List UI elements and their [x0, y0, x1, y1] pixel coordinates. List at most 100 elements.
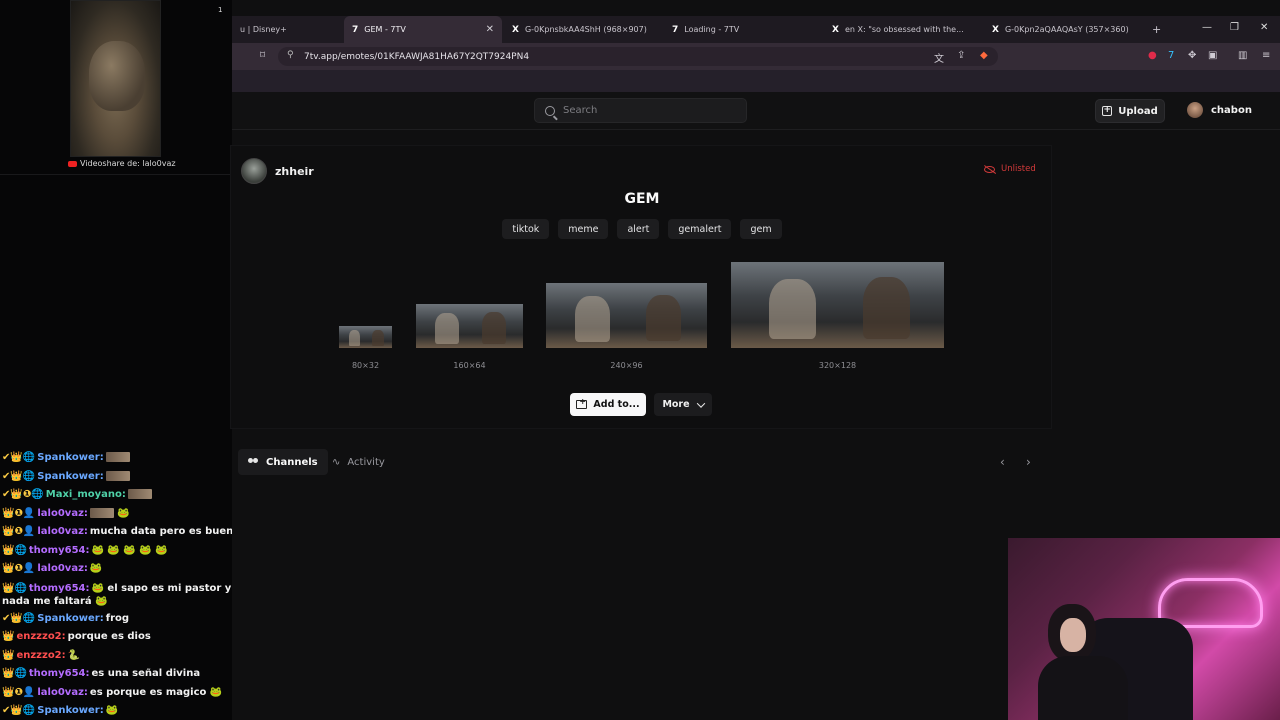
- chat-username[interactable]: thomy654:: [29, 545, 90, 556]
- chat-username[interactable]: enzzzo2:: [16, 631, 65, 642]
- share-icon[interactable]: ⇪: [957, 50, 965, 61]
- emote-preview-4x[interactable]: [731, 262, 944, 348]
- chat-message: 👑❶👤lalo0vaz:mucha data pero es buen conc…: [2, 523, 242, 542]
- more-button[interactable]: More: [654, 393, 712, 416]
- search-input[interactable]: Search: [534, 98, 747, 123]
- tab-twitter-image-2[interactable]: X G-0Kpn2aQAAQAsY (357×360): [984, 16, 1144, 43]
- chat-username[interactable]: thomy654:: [29, 668, 90, 679]
- tab-twitter-image-1[interactable]: X G-0KpnsbkAA4ShH (968×907): [504, 16, 664, 43]
- new-tab-button[interactable]: +: [1144, 16, 1168, 43]
- tab-activity[interactable]: ∿ Activity: [322, 449, 395, 475]
- bookmarks-bar: [232, 70, 1280, 92]
- translate-icon[interactable]: 文: [934, 50, 944, 65]
- chat-text: 🐍: [67, 649, 81, 661]
- chat-username[interactable]: Spankower:: [37, 471, 103, 482]
- frog-image: [89, 41, 145, 111]
- size-label: 160×64: [453, 361, 486, 370]
- chat-emote: [105, 452, 130, 462]
- owner-name: zhheir: [275, 164, 314, 178]
- chat-badges: 👑: [2, 649, 15, 661]
- add-to-button[interactable]: Add to...: [570, 393, 646, 416]
- activity-icon: ∿: [332, 456, 341, 468]
- chat-username[interactable]: lalo0vaz:: [37, 687, 88, 698]
- youtube-icon: [68, 160, 77, 167]
- chat-text: porque es dios: [67, 631, 151, 642]
- tag[interactable]: tiktok: [502, 219, 550, 239]
- tab-channels-label: Channels: [266, 456, 318, 468]
- chat-text: 🐸: [89, 563, 103, 574]
- wallet-icon[interactable]: ▣: [1208, 50, 1217, 61]
- chat-message: ✔👑🌐 Spankower:: [2, 468, 242, 487]
- bookmark-icon[interactable]: ⌑: [260, 50, 265, 61]
- restore-icon[interactable]: ❐: [1230, 22, 1239, 33]
- chat-username[interactable]: Spankower:: [37, 452, 103, 463]
- chevron-right-icon[interactable]: ›: [1026, 455, 1031, 469]
- visibility-text: Unlisted: [1001, 164, 1036, 174]
- 7tv-icon: 7: [672, 24, 679, 35]
- chat-badges: 👑: [2, 631, 15, 642]
- tab-gem-7tv[interactable]: 7 GEM - 7TV ✕: [344, 16, 502, 43]
- folder-add-icon: [576, 397, 588, 409]
- divider: [0, 174, 232, 175]
- chevron-left-icon[interactable]: ‹: [1000, 455, 1005, 469]
- minimize-icon[interactable]: —: [1202, 22, 1212, 33]
- sidebar-icon[interactable]: ▥: [1238, 50, 1247, 61]
- tab-label: Loading - 7TV: [684, 25, 740, 34]
- upload-label: Upload: [1118, 105, 1158, 117]
- chat-username[interactable]: Spankower:: [37, 705, 103, 716]
- chat-badges: 👑🌐: [2, 668, 27, 679]
- close-icon[interactable]: ✕: [486, 24, 494, 35]
- tab-channels[interactable]: Channels: [238, 449, 328, 475]
- x-logo-icon: X: [512, 24, 519, 35]
- tag[interactable]: gemalert: [668, 219, 732, 239]
- user-menu[interactable]: chabon: [1187, 102, 1252, 118]
- videoshare-label: Videoshare de: lalo0vaz: [68, 159, 176, 168]
- size-label: 240×96: [610, 361, 643, 370]
- upload-button[interactable]: + Upload: [1095, 99, 1165, 123]
- chevron-down-icon: [696, 398, 705, 408]
- webcam-overlay: [1008, 538, 1280, 720]
- chat-text: 🐸 🐸 🐸 🐸 🐸: [91, 544, 168, 556]
- tag[interactable]: gem: [740, 219, 782, 239]
- chat-username[interactable]: Spankower:: [37, 613, 103, 624]
- chat-username[interactable]: Maxi_moyano:: [46, 489, 126, 500]
- chat-badges: 👑❶👤: [2, 526, 36, 537]
- 7tv-extension-icon[interactable]: 7: [1168, 50, 1174, 61]
- search-icon: [545, 105, 555, 116]
- emote-preview-1x[interactable]: [339, 326, 392, 348]
- emote-preview-3x[interactable]: [546, 283, 707, 348]
- tag[interactable]: alert: [617, 219, 660, 239]
- tab-label: en X: "so obsessed with the...: [844, 25, 964, 34]
- chat-username[interactable]: lalo0vaz:: [37, 563, 88, 574]
- emote-owner[interactable]: zhheir: [241, 158, 314, 184]
- chat-username[interactable]: enzzzo2:: [16, 650, 65, 661]
- chat-username[interactable]: lalo0vaz:: [37, 526, 88, 537]
- chat-username[interactable]: thomy654:: [29, 583, 90, 594]
- chat-text: es porque es magico 🐸: [89, 686, 223, 698]
- address-bar[interactable]: ⚲ 7tv.app/emotes/01KFAAWJA81HA67Y2QT7924…: [278, 47, 998, 66]
- chat-message: ✔👑🌐 Spankower: frog: [2, 610, 242, 629]
- stream-chat: ✔👑🌐 Spankower: ✔👑🌐 Spankower: ✔👑❶🌐 Maxi_moy…: [2, 449, 242, 720]
- upload-icon: +: [1102, 105, 1113, 116]
- chat-username[interactable]: lalo0vaz:: [37, 508, 88, 519]
- site-info-icon[interactable]: ⚲: [287, 50, 294, 60]
- chat-message: ✔👑🌐 Spankower: 🐸: [2, 702, 242, 720]
- more-label: More: [662, 399, 690, 410]
- tag[interactable]: meme: [558, 219, 609, 239]
- x-logo-icon: X: [992, 24, 999, 35]
- add-to-label: Add to...: [593, 399, 640, 410]
- chat-text: mucha data pero es buen concepto 🐸: [89, 526, 242, 537]
- extension-red-icon[interactable]: ●: [1148, 50, 1157, 61]
- extensions-icon[interactable]: ✥: [1188, 50, 1196, 61]
- brave-shield-icon[interactable]: ◆: [980, 50, 988, 61]
- window-close-icon[interactable]: ✕: [1260, 22, 1268, 33]
- emote-preview-2x[interactable]: [416, 304, 523, 348]
- tab-disney[interactable]: u | Disney+: [232, 16, 344, 43]
- chat-message: ✔👑❶🌐 Maxi_moyano:: [2, 486, 242, 505]
- menu-icon[interactable]: ≡: [1262, 50, 1270, 61]
- tab-twitter-post[interactable]: X en X: "so obsessed with the...: [824, 16, 984, 43]
- tab-loading-7tv[interactable]: 7 Loading - 7TV: [664, 16, 824, 43]
- chat-badges: 👑❶👤: [2, 507, 36, 519]
- chat-badges: 👑🌐: [2, 544, 27, 556]
- 7tv-icon: 7: [352, 24, 359, 35]
